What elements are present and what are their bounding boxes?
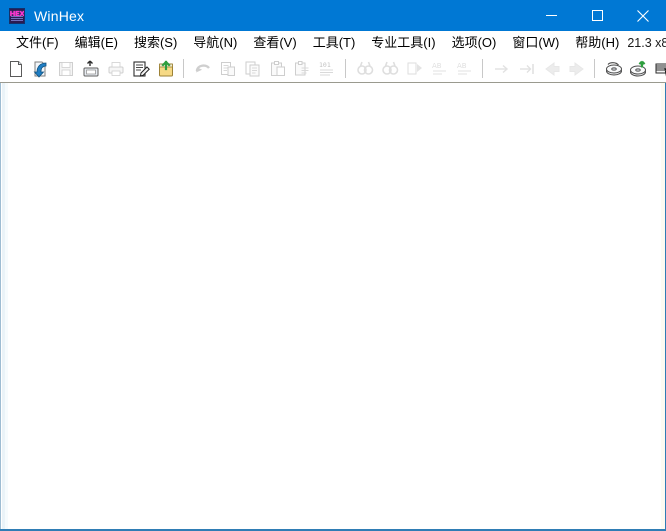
replace-button[interactable] — [402, 57, 427, 81]
open-directory-icon — [158, 59, 173, 76]
menubar: 文件(F) 编辑(E) 搜索(S) 导航(N) 查看(V) 工具(T) 专业工具… — [0, 31, 666, 55]
svg-text:AB: AB — [432, 62, 442, 70]
back-arrow-icon — [544, 61, 559, 76]
menu-view[interactable]: 查看(V) — [245, 32, 304, 54]
menu-tools[interactable]: 工具(T) — [305, 32, 364, 54]
find-hex-button[interactable] — [377, 57, 402, 81]
svg-text:AB: AB — [457, 62, 467, 70]
back-arrow-button[interactable] — [539, 57, 564, 81]
svg-text:101: 101 — [319, 61, 331, 69]
find-prev-icon: AB — [457, 62, 471, 75]
hex-convert-button[interactable]: 101 — [315, 57, 340, 81]
forward-arrow-button[interactable] — [564, 57, 589, 81]
maximize-icon — [591, 10, 603, 21]
new-file-button[interactable] — [3, 57, 28, 81]
save-file-button[interactable] — [53, 57, 78, 81]
find-next-icon: AB — [432, 62, 446, 75]
version-label: 21.3 x86 — [627, 36, 666, 50]
close-button[interactable] — [620, 0, 666, 31]
open-directory-button[interactable] — [153, 57, 178, 81]
open-file-icon — [33, 61, 46, 78]
toolbar-separator-2 — [345, 59, 347, 78]
goto-end-icon — [519, 63, 534, 74]
find-prev-button[interactable]: AB — [452, 57, 477, 81]
client-right-rail — [659, 83, 666, 529]
open-disk-image-button[interactable] — [626, 57, 651, 81]
save-as-button[interactable] — [78, 57, 103, 81]
menu-file[interactable]: 文件(F) — [8, 32, 67, 54]
paste-icon — [270, 60, 285, 76]
menu-window[interactable]: 窗口(W) — [504, 32, 567, 54]
find-next-button[interactable]: AB — [427, 57, 452, 81]
print-icon — [108, 61, 123, 76]
find-text-icon — [356, 61, 373, 75]
toolbar-separator-3 — [482, 59, 484, 78]
menu-help[interactable]: 帮助(H) — [567, 32, 627, 54]
client-left-rail — [0, 83, 8, 529]
open-folder-edit-button[interactable] — [128, 57, 153, 81]
menu-options[interactable]: 选项(O) — [444, 32, 505, 54]
open-disk-button[interactable] — [601, 57, 626, 81]
window-title: WinHex — [34, 7, 85, 24]
client-area — [0, 83, 666, 531]
menu-navigation[interactable]: 导航(N) — [185, 32, 245, 54]
undo-icon — [195, 63, 210, 72]
save-as-icon — [83, 60, 98, 76]
toolbar-separator-4 — [594, 59, 596, 78]
menu-edit[interactable]: 编辑(E) — [67, 32, 126, 54]
minimize-icon — [545, 15, 557, 16]
new-file-icon — [9, 60, 22, 77]
open-disk-image-icon — [629, 60, 646, 76]
winhex-main-window: HEX WinHex 文件(F) 编辑(E) 搜索(S) 导航(N) 查看(V)… — [0, 0, 666, 531]
paste-special-button[interactable] — [290, 57, 315, 81]
open-file-button[interactable] — [28, 57, 53, 81]
paste-button[interactable] — [265, 57, 290, 81]
save-file-icon — [58, 61, 73, 76]
print-button[interactable] — [103, 57, 128, 81]
maximize-button[interactable] — [574, 0, 620, 31]
copy-button[interactable] — [240, 57, 265, 81]
close-icon — [637, 9, 649, 22]
find-hex-icon — [381, 61, 398, 75]
toolbar-separator-1 — [183, 59, 185, 78]
goto-end-button[interactable] — [514, 57, 539, 81]
open-folder-edit-icon — [132, 60, 150, 77]
open-ram-icon — [655, 63, 666, 78]
menu-specialist-tools[interactable]: 专业工具(I) — [363, 32, 443, 54]
open-disk-icon — [605, 61, 622, 75]
minimize-button[interactable] — [528, 0, 574, 31]
paste-special-icon — [294, 60, 308, 75]
toolbar: 101 AB AB — [0, 55, 666, 83]
replace-icon — [407, 62, 422, 74]
open-ram-button[interactable] — [651, 57, 666, 81]
menu-search[interactable]: 搜索(S) — [126, 32, 185, 54]
goto-offset-icon — [494, 64, 508, 73]
winhex-hex-logo-icon: HEX — [9, 7, 25, 24]
forward-arrow-icon — [569, 61, 584, 76]
goto-offset-button[interactable] — [489, 57, 514, 81]
window-controls — [528, 0, 666, 31]
cut-button[interactable] — [215, 57, 240, 81]
document-workspace[interactable] — [8, 83, 659, 529]
titlebar[interactable]: HEX WinHex — [0, 0, 666, 31]
cut-icon — [220, 61, 235, 76]
find-text-button[interactable] — [352, 57, 377, 81]
undo-button[interactable] — [190, 57, 215, 81]
hex-convert-icon: 101 — [319, 61, 333, 75]
copy-icon — [245, 61, 259, 76]
